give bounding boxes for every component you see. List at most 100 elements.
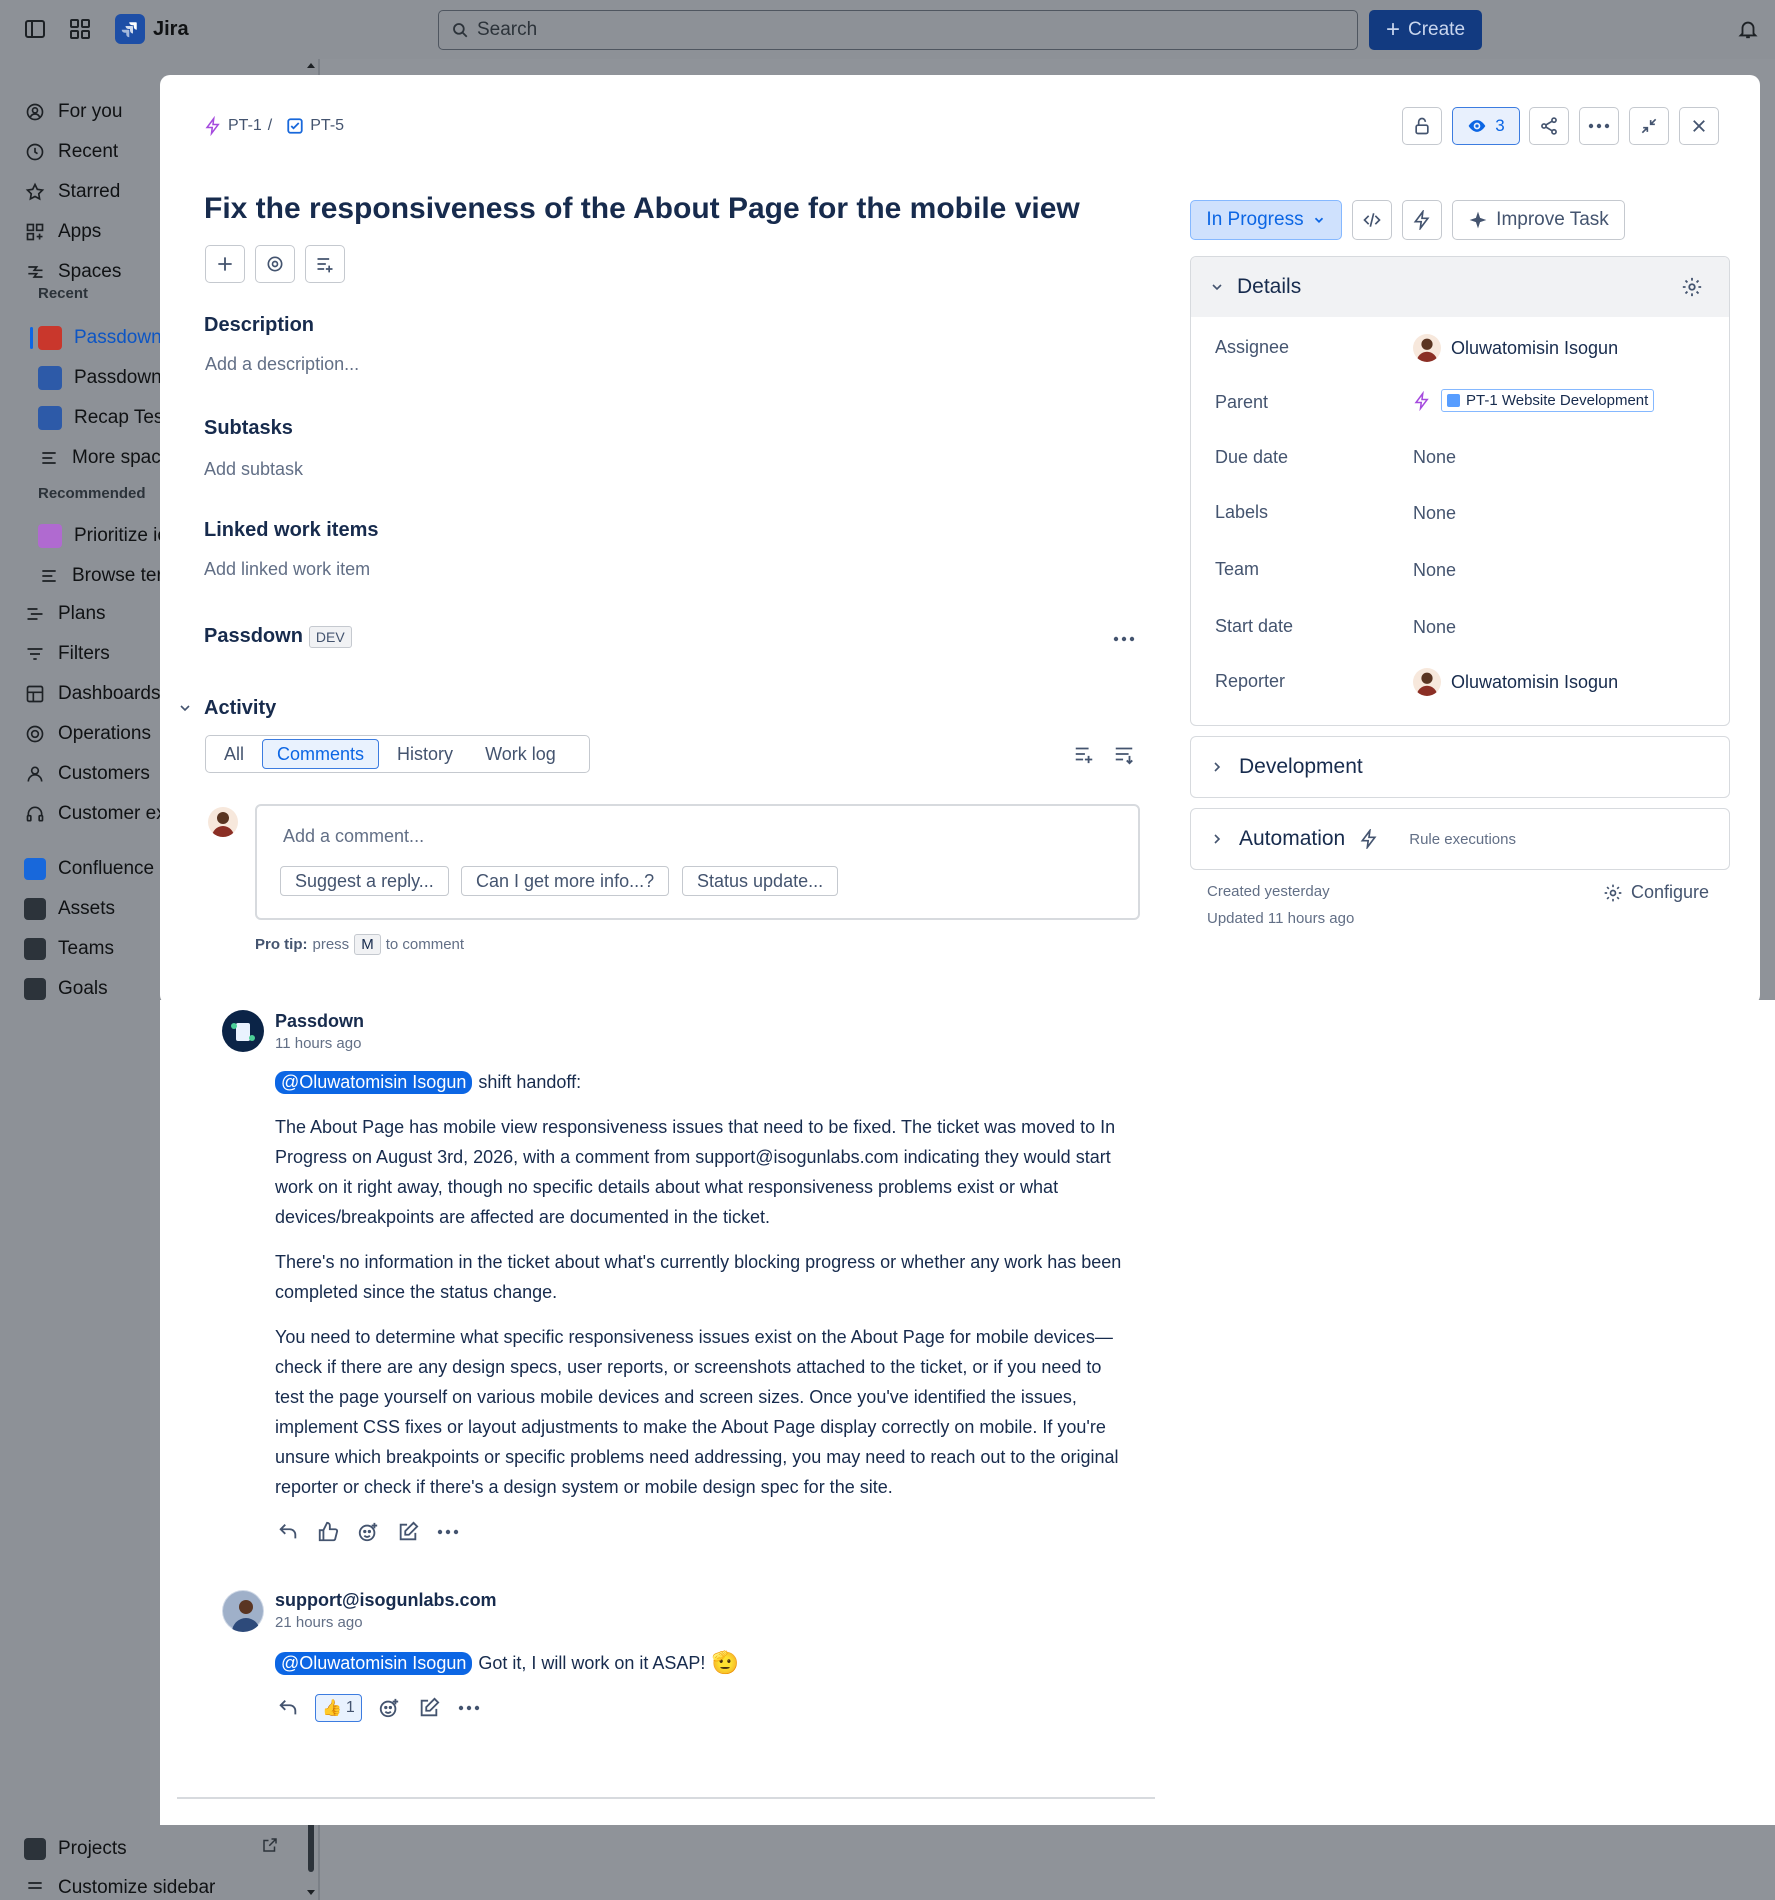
add-checklist-button[interactable]	[305, 245, 345, 283]
add-linked-item-button[interactable]: Add linked work item	[204, 559, 370, 580]
collapse-chevron-icon[interactable]	[177, 700, 193, 716]
share-button[interactable]	[1529, 107, 1569, 145]
sidebar-item-label: Browse ter	[72, 565, 163, 586]
like-icon[interactable]	[315, 1519, 341, 1545]
sidebar-app-assets[interactable]: Assets	[24, 892, 115, 926]
tab-all[interactable]: All	[210, 739, 258, 769]
protip-pre: press	[312, 936, 350, 953]
sidebar-space-recap-test[interactable]: Recap Test	[38, 401, 169, 435]
reporter-value[interactable]: Oluwatomisin Isogun	[1413, 668, 1618, 696]
code-button[interactable]	[1352, 200, 1392, 240]
sidebar-app-teams[interactable]: Teams	[24, 932, 114, 966]
status-update-chip[interactable]: Status update...	[682, 866, 839, 896]
more-actions-button[interactable]	[1579, 107, 1619, 145]
comment-actions: 👍 1	[275, 1694, 482, 1722]
tab-work-log[interactable]: Work log	[471, 739, 570, 769]
parent-value[interactable]: PT-1 Website Development	[1413, 389, 1655, 412]
comment-author[interactable]: support@isogunlabs.com	[275, 1590, 497, 1611]
sidebar-space-passdown[interactable]: Passdown	[38, 361, 162, 395]
team-value[interactable]: None	[1413, 560, 1456, 581]
assignee-value[interactable]: Oluwatomisin Isogun	[1413, 334, 1618, 362]
start-date-value[interactable]: None	[1413, 617, 1456, 638]
development-heading: Development	[1239, 755, 1363, 778]
notifications-bell-icon[interactable]	[1737, 17, 1759, 41]
lock-button[interactable]	[1402, 107, 1442, 145]
gear-icon[interactable]	[1681, 276, 1703, 298]
comment-timestamp: 21 hours ago	[275, 1614, 363, 1631]
sidebar-projects[interactable]: Projects	[24, 1832, 127, 1866]
more-info-chip[interactable]: Can I get more info...?	[461, 866, 670, 896]
thumbs-up-reaction[interactable]: 👍 1	[315, 1694, 362, 1722]
sidebar-item-filters[interactable]: Filters	[24, 637, 110, 671]
tab-comments[interactable]: Comments	[262, 739, 380, 769]
more-icon[interactable]	[435, 1519, 461, 1545]
sidebar-recommended-prioritize[interactable]: Prioritize ic	[38, 519, 167, 553]
comment-author[interactable]: Passdown	[275, 1011, 364, 1032]
edit-icon[interactable]	[416, 1695, 442, 1721]
comment-editor[interactable]: Add a comment... Suggest a reply... Can …	[255, 804, 1140, 920]
add-filter-icon[interactable]	[1073, 743, 1095, 765]
parent-chip[interactable]: PT-1 Website Development	[1441, 389, 1655, 412]
reply-icon[interactable]	[275, 1519, 301, 1545]
development-panel[interactable]: Development	[1190, 736, 1730, 798]
sidebar-item-dashboards[interactable]: Dashboards	[24, 677, 160, 711]
sidebar-recommended-browse[interactable]: Browse ter	[38, 559, 163, 593]
improve-task-button[interactable]: Improve Task	[1452, 200, 1625, 240]
sidebar-item-for-you[interactable]: For you	[24, 95, 122, 129]
suggest-reply-chip[interactable]: Suggest a reply...	[280, 866, 449, 896]
mention-chip[interactable]: @Oluwatomisin Isogun	[275, 1651, 473, 1675]
add-reaction-icon[interactable]	[376, 1695, 402, 1721]
description-placeholder[interactable]: Add a description...	[205, 354, 359, 375]
sidebar-app-confluence[interactable]: Confluence	[24, 852, 154, 886]
sidebar-item-customers[interactable]: Customers	[24, 757, 150, 791]
sidebar-item-plans[interactable]: Plans	[24, 597, 106, 631]
issue-title[interactable]: Fix the responsiveness of the About Page…	[204, 192, 1080, 226]
sidebar-space-passdown-active[interactable]: Passdown-	[38, 321, 168, 355]
add-button[interactable]	[205, 245, 245, 283]
reply-icon[interactable]	[275, 1695, 301, 1721]
status-dropdown[interactable]: In Progress	[1190, 200, 1342, 240]
start-date-label: Start date	[1215, 616, 1294, 636]
watchers-button[interactable]: 3	[1452, 107, 1520, 145]
sidebar-toggle-icon[interactable]	[23, 17, 49, 43]
details-heading: Details	[1237, 275, 1302, 298]
sort-icon[interactable]	[1113, 743, 1135, 765]
sidebar-item-label: Teams	[58, 938, 114, 959]
sidebar-item-customer-experience[interactable]: Customer ex	[24, 797, 166, 831]
edit-icon[interactable]	[395, 1519, 421, 1545]
sidebar-item-operations[interactable]: Operations	[24, 717, 151, 751]
sidebar-app-goals[interactable]: Goals	[24, 972, 108, 1006]
external-link-icon[interactable]	[261, 1836, 279, 1854]
subtasks-heading: Subtasks	[204, 417, 293, 439]
sidebar-item-spaces[interactable]: Spaces	[24, 255, 121, 289]
close-button[interactable]	[1679, 107, 1719, 145]
breadcrumb-parent[interactable]: PT-1	[228, 117, 262, 135]
sidebar-item-apps[interactable]: Apps	[24, 215, 101, 249]
app-name[interactable]: Jira	[153, 18, 189, 41]
passdown-more-icon[interactable]	[1113, 636, 1135, 642]
app-switcher-icon[interactable]	[68, 17, 94, 43]
sidebar-customize[interactable]: Customize sidebar	[24, 1877, 215, 1899]
sidebar-item-starred[interactable]: Starred	[24, 175, 120, 209]
details-header[interactable]: Details	[1191, 257, 1729, 317]
more-icon[interactable]	[456, 1695, 482, 1721]
add-subtask-button[interactable]: Add subtask	[204, 459, 303, 480]
jira-logo-icon[interactable]	[115, 14, 145, 44]
rule-executions-link[interactable]: Rule executions	[1409, 831, 1516, 848]
automation-button[interactable]	[1402, 200, 1442, 240]
mention-chip[interactable]: @Oluwatomisin Isogun	[275, 1071, 473, 1094]
plus-icon: +	[1385, 16, 1400, 43]
breadcrumb-issue-key[interactable]: PT-5	[310, 117, 344, 135]
create-button[interactable]: + Create	[1369, 10, 1482, 50]
automation-panel[interactable]: Automation Rule executions	[1190, 808, 1730, 870]
minimize-button[interactable]	[1629, 107, 1669, 145]
tab-history[interactable]: History	[383, 739, 467, 769]
labels-value[interactable]: None	[1413, 503, 1456, 524]
apps-button[interactable]	[255, 245, 295, 283]
due-date-value[interactable]: None	[1413, 447, 1456, 468]
comment-lead-text: Got it, I will work on it ASAP!	[478, 1652, 706, 1673]
add-reaction-icon[interactable]	[355, 1519, 381, 1545]
configure-button[interactable]: Configure	[1603, 882, 1709, 903]
search-input[interactable]: Search	[438, 10, 1358, 50]
sidebar-item-recent[interactable]: Recent	[24, 135, 118, 169]
